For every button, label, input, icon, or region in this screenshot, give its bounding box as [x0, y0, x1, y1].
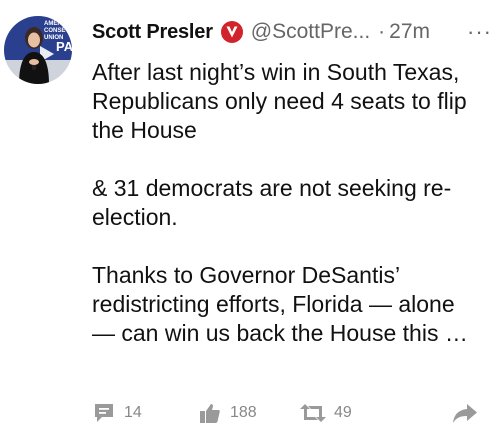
text-line: redistricting efforts, Florida — alone	[92, 291, 455, 317]
author-handle[interactable]: @ScottPre...	[251, 20, 370, 44]
svg-text:PA: PA	[56, 39, 72, 54]
text-line: Thanks to Governor DeSantis’	[92, 262, 401, 288]
reply-button[interactable]: 14	[92, 398, 142, 428]
tweet-paragraph: After last night’s win in South Texas, R…	[92, 58, 492, 145]
like-button[interactable]: 188	[198, 398, 257, 428]
text-line: — can win us back the House this …	[92, 320, 468, 346]
like-count: 188	[230, 404, 257, 421]
text-line: the House	[92, 117, 197, 143]
tweet-paragraph: & 31 democrats are not seeking re- elect…	[92, 174, 492, 232]
action-bar: 14 188 49	[92, 398, 492, 428]
share-button[interactable]	[452, 398, 478, 428]
separator-dot: ·	[378, 20, 386, 43]
share-icon	[452, 401, 478, 425]
tweet-paragraph: Thanks to Governor DeSantis’ redistricti…	[92, 261, 492, 348]
like-icon	[198, 401, 222, 425]
timestamp[interactable]: 27m	[389, 20, 430, 44]
author-name[interactable]: Scott Presler	[92, 21, 213, 44]
tweet-card: AMER CONSE UNION PA Scott Presler @Scott…	[0, 0, 500, 441]
text-line: After last night’s win in South Texas,	[92, 59, 460, 85]
retweet-count: 49	[334, 404, 352, 421]
retweet-icon	[300, 401, 326, 425]
avatar[interactable]: AMER CONSE UNION PA	[4, 16, 72, 84]
retweet-button[interactable]: 49	[300, 398, 352, 428]
text-line: election.	[92, 204, 178, 230]
more-icon[interactable]: ···	[467, 19, 492, 45]
svg-text:AMER: AMER	[44, 21, 62, 27]
reply-icon	[92, 401, 116, 425]
reply-count: 14	[124, 404, 142, 421]
verified-badge-icon	[220, 20, 244, 44]
avatar-image: AMER CONSE UNION PA	[4, 16, 72, 84]
text-line: & 31 democrats are not seeking re-	[92, 175, 452, 201]
svg-text:CONSE: CONSE	[44, 28, 65, 34]
tweet-text: After last night’s win in South Texas, R…	[92, 58, 492, 348]
text-line: Republicans only need 4 seats to flip	[92, 88, 467, 114]
tweet-header: Scott Presler @ScottPre... · 27m ···	[92, 14, 492, 50]
